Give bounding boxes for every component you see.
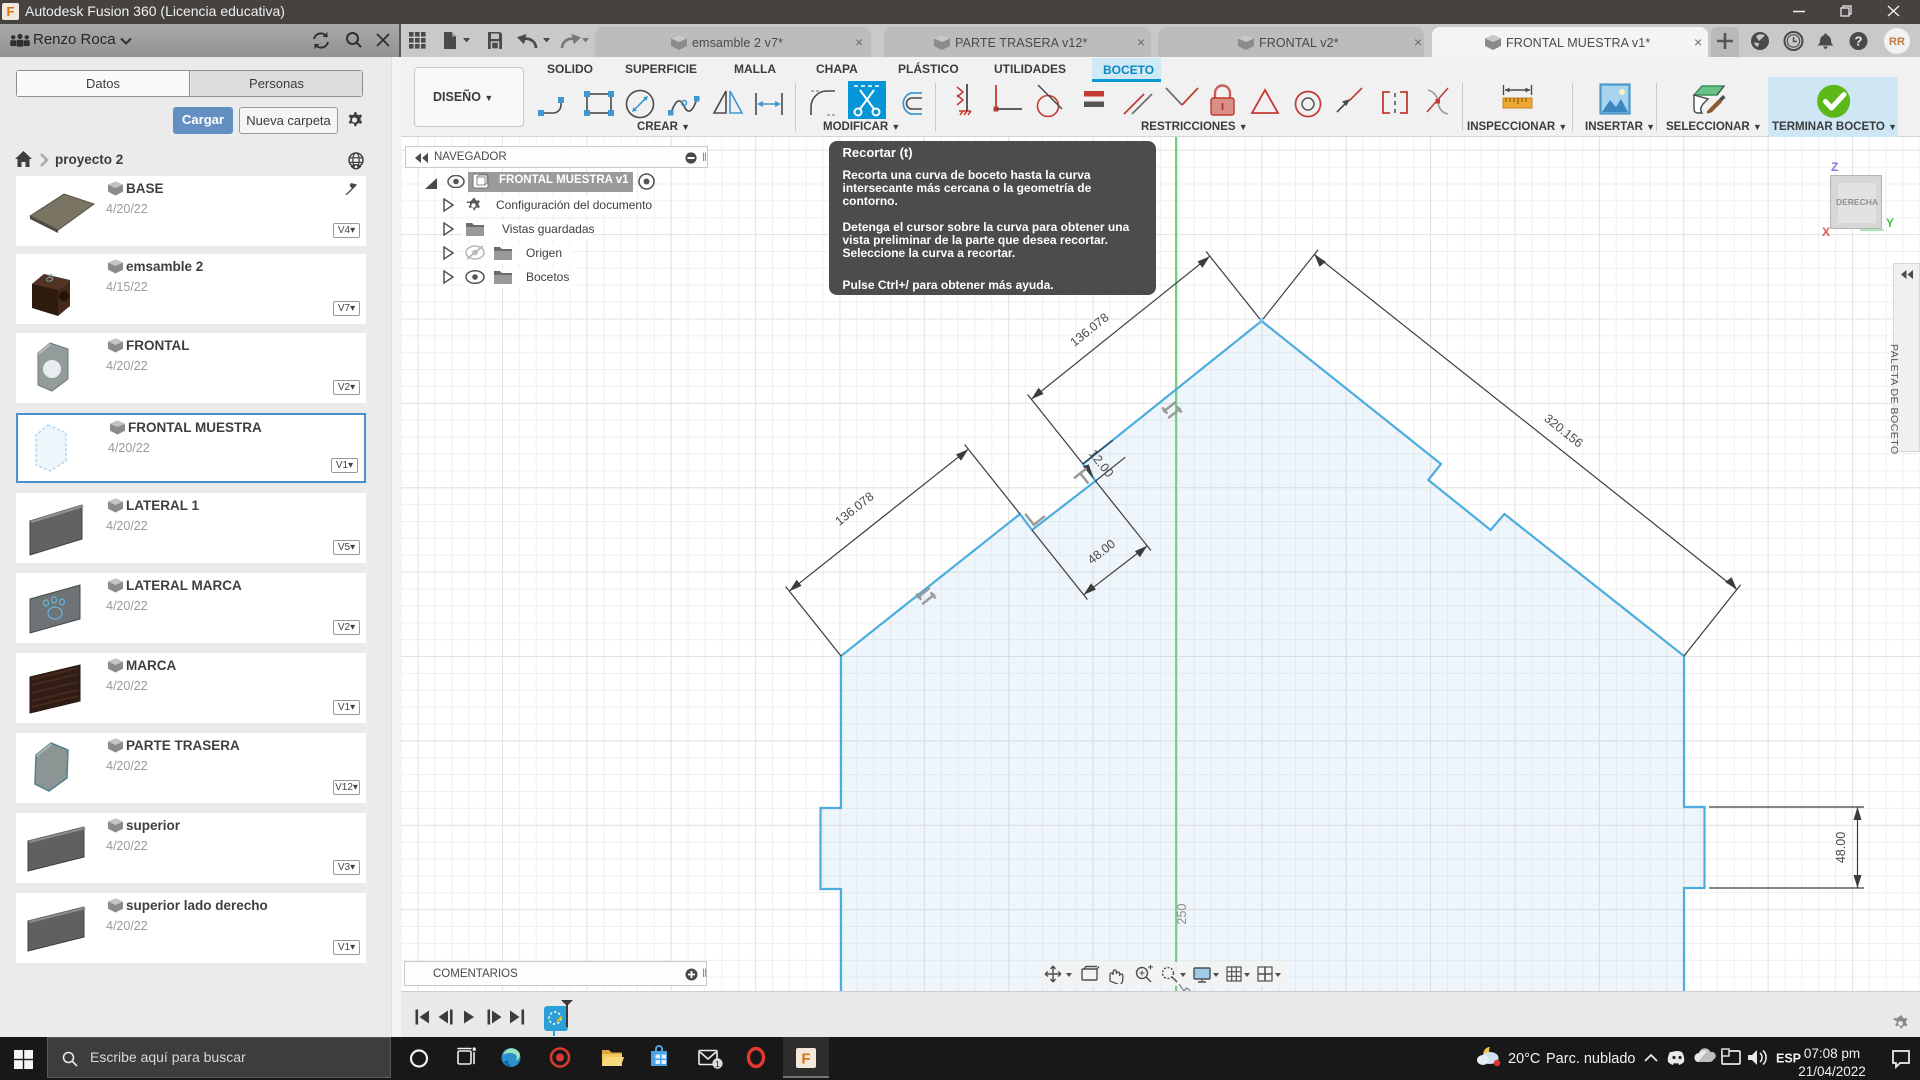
svg-text:RR: RR — [1889, 36, 1905, 48]
svg-text:07:08 pm: 07:08 pm — [1804, 1046, 1860, 1061]
svg-text:136.078: 136.078 — [1067, 310, 1111, 349]
svg-text:48.00: 48.00 — [1834, 832, 1848, 863]
svg-text:F: F — [801, 1051, 810, 1068]
svg-text:21/04/2022: 21/04/2022 — [1798, 1064, 1866, 1079]
svg-text:1: 1 — [715, 1059, 720, 1069]
svg-text:?: ? — [1855, 34, 1863, 49]
svg-text:250: 250 — [1175, 904, 1189, 925]
svg-text:20°C: 20°C — [1508, 1051, 1540, 1067]
svg-text:136.078: 136.078 — [832, 489, 876, 528]
svg-text:Parc. nublado: Parc. nublado — [1546, 1051, 1635, 1067]
svg-text:320.156: 320.156 — [1541, 411, 1585, 450]
